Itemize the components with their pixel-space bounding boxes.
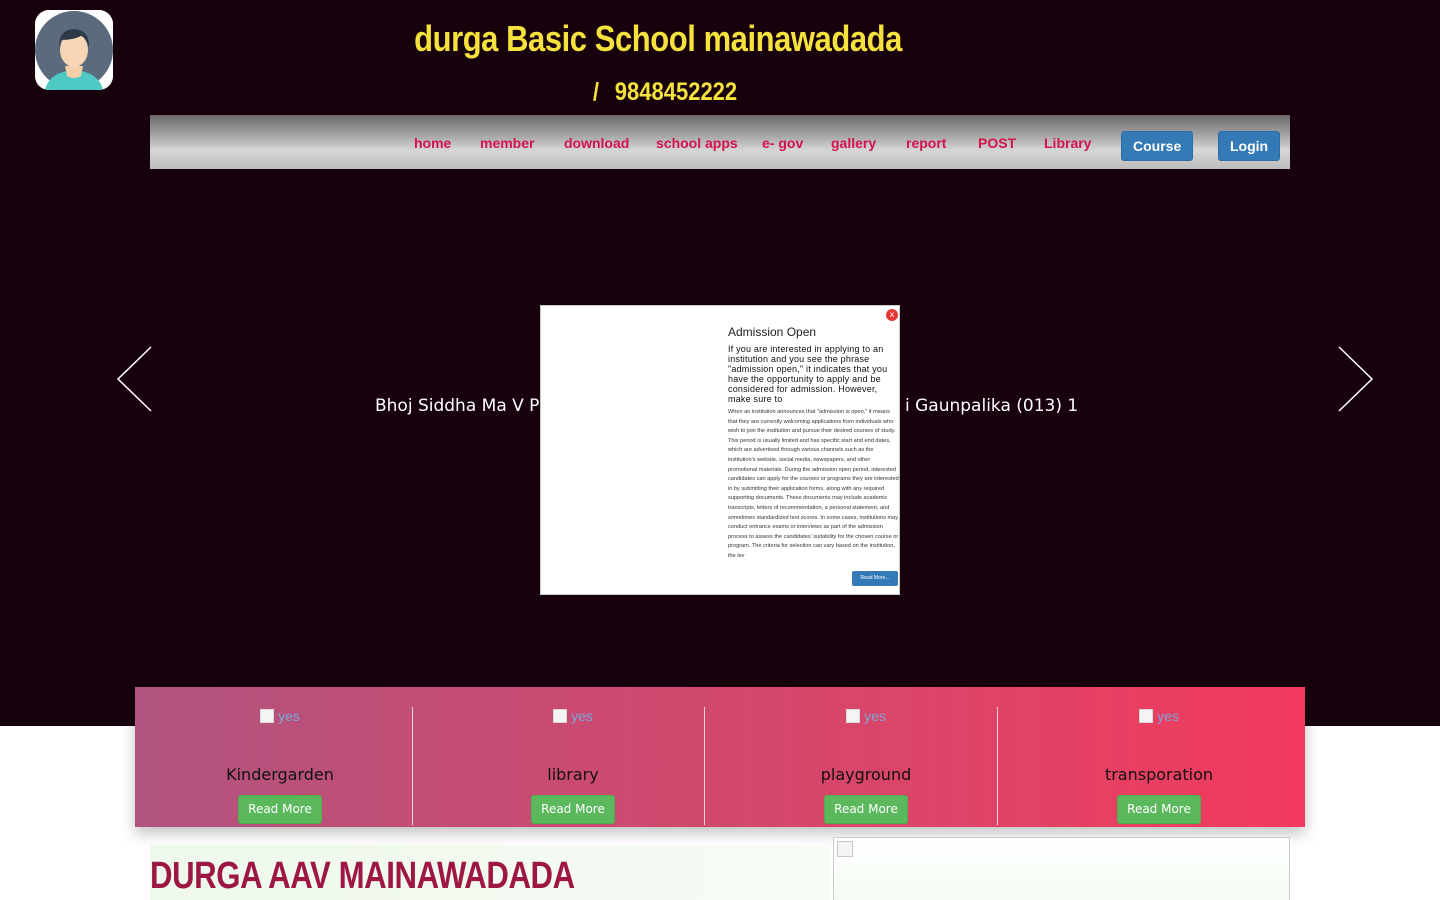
- feature-card: yes Kindergarden Read More: [135, 687, 425, 827]
- feature-card: yes playground Read More: [720, 687, 1012, 827]
- modal-read-more-button[interactable]: Read More...: [852, 571, 898, 586]
- school-title: durga Basic School mainawadada: [414, 18, 902, 59]
- nav-link-e-gov[interactable]: e- gov: [762, 135, 803, 151]
- about-title: DURGA AAV MAINAWADADA: [150, 855, 575, 897]
- nav-link-gallery[interactable]: gallery: [831, 135, 876, 151]
- about-image-frame: [833, 837, 1290, 900]
- feature-title: Kindergarden: [226, 765, 334, 784]
- feature-title: playground: [820, 765, 912, 784]
- slider-caption-right: i Gaunpalika (013) 1: [905, 396, 1079, 416]
- feature-read-more-button[interactable]: Read More: [824, 795, 908, 824]
- phone-number: 9848452222: [614, 78, 738, 106]
- modal-body: When an institution announces that "admi…: [728, 409, 899, 559]
- feature-image-alt: yes: [1157, 708, 1179, 724]
- course-button[interactable]: Course: [1121, 131, 1194, 161]
- nav-link-home[interactable]: home: [414, 135, 451, 151]
- phone-separator: /: [592, 78, 599, 106]
- feature-image-alt: yes: [278, 708, 300, 724]
- close-icon[interactable]: x: [886, 309, 898, 321]
- hero-section: durga Basic School mainawadada / 98484522…: [0, 0, 1440, 726]
- feature-card: yes library Read More: [427, 687, 719, 827]
- nav-link-report[interactable]: report: [906, 135, 946, 151]
- broken-image-icon: [553, 709, 568, 723]
- broken-image-icon: [837, 841, 853, 857]
- broken-image-icon: [846, 709, 861, 723]
- nav-links: home member download school apps e- gov …: [150, 135, 1290, 155]
- nav-link-school-apps[interactable]: school apps: [656, 135, 738, 151]
- feature-image-alt: yes: [864, 708, 886, 724]
- arrow-right-icon[interactable]: [1336, 345, 1376, 415]
- nav-link-download[interactable]: download: [564, 135, 629, 151]
- feature-image: yes: [427, 708, 719, 724]
- feature-divider: [412, 707, 413, 825]
- broken-image-icon: [260, 709, 275, 723]
- feature-image-alt: yes: [571, 708, 593, 724]
- phone-line: / 9848452222: [80, 78, 1250, 107]
- arrow-left-icon[interactable]: [114, 345, 154, 415]
- feature-title: library: [547, 765, 599, 784]
- features-strip: yes Kindergarden Read More yes library R…: [135, 687, 1305, 827]
- broken-image-icon: [1139, 709, 1154, 723]
- feature-divider: [704, 707, 705, 825]
- feature-read-more-button[interactable]: Read More: [1117, 795, 1201, 824]
- admission-modal: x Admission Open If you are interested i…: [540, 305, 900, 595]
- feature-divider: [997, 707, 998, 825]
- feature-card: yes transporation Read More: [1013, 687, 1305, 827]
- feature-image: yes: [1013, 708, 1305, 724]
- login-button[interactable]: Login: [1218, 131, 1281, 161]
- modal-intro: If you are interested in applying to an …: [728, 344, 888, 404]
- feature-image: yes: [135, 708, 425, 724]
- feature-read-more-button[interactable]: Read More: [238, 795, 322, 824]
- page: durga Basic School mainawadada / 98484522…: [0, 0, 1440, 900]
- feature-title: transporation: [1104, 765, 1214, 784]
- nav-link-library[interactable]: Library: [1044, 135, 1091, 151]
- nav-link-member[interactable]: member: [480, 135, 534, 151]
- feature-image: yes: [720, 708, 1012, 724]
- slider-caption-left: Bhoj Siddha Ma V P: [375, 396, 540, 416]
- feature-read-more-button[interactable]: Read More: [531, 795, 615, 824]
- modal-title: Admission Open: [728, 325, 817, 339]
- nav-link-post[interactable]: POST: [978, 135, 1016, 151]
- main-navbar: home member download school apps e- gov …: [150, 115, 1290, 169]
